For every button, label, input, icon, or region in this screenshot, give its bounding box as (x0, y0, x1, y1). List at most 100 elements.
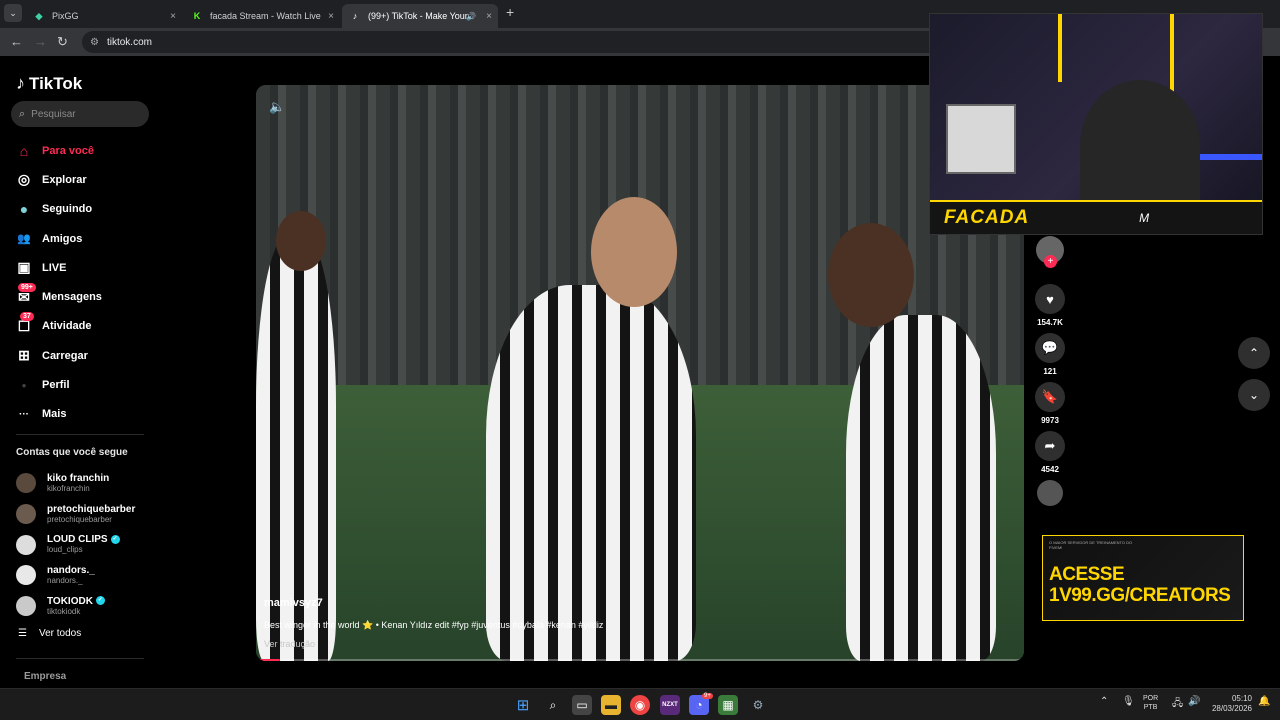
following-item[interactable]: LOUD CLIPS ✓ loud_clips (16, 529, 135, 560)
task-view-icon[interactable]: ▭ (572, 695, 592, 715)
tab-kick[interactable]: K facada Stream - Watch Live on K × (184, 4, 340, 28)
video-progress-bar[interactable] (256, 659, 1024, 661)
company-link[interactable]: Empresa (24, 671, 66, 682)
heart-icon[interactable]: ♥ (1035, 284, 1065, 314)
file-explorer-icon[interactable]: ▬ (601, 695, 621, 715)
search-placeholder: Pesquisar (31, 108, 76, 120)
friends-icon: 👥 (17, 233, 31, 246)
chrome-icon[interactable]: ◉ (630, 695, 650, 715)
ad-banner: O MAIOR SERVIDOR DE TREINAMENTO DO FIVEM… (1042, 535, 1244, 621)
progress-fill (256, 659, 280, 661)
share-action[interactable]: ➦ 4542 (1034, 431, 1066, 474)
sidebar-item-live[interactable]: ▣ LIVE (14, 253, 102, 282)
like-count: 154.7K (1037, 318, 1063, 327)
tab-search-chevron-icon[interactable]: ⌄ (4, 4, 22, 22)
creator-avatar[interactable]: + (1036, 236, 1064, 268)
system-clock[interactable]: 05:10 28/03/2026 (1206, 694, 1252, 714)
windows-start-icon[interactable]: ⊞ (513, 695, 533, 715)
following-list: kiko franchin kikofranchin pretochiquebar… (16, 468, 135, 621)
following-handle: loud_clips (47, 545, 83, 555)
microphone-icon[interactable]: 🎙 (1122, 696, 1135, 707)
sidebar-item-mensagens[interactable]: ✉ 99+ Mensagens (14, 282, 102, 311)
tab-close-icon[interactable]: × (170, 11, 176, 22)
kick-favicon-icon: K (193, 11, 201, 21)
sidebar-item-explorar[interactable]: ◎ Explorar (14, 165, 102, 194)
webcam-overlay: FACADA M (929, 13, 1263, 235)
audio-playing-icon[interactable]: 🔊 (466, 12, 476, 21)
bookmark-icon[interactable]: 🔖 (1035, 382, 1065, 412)
home-icon: ⌂ (19, 142, 29, 159)
following-item[interactable]: kiko franchin kikofranchin (16, 468, 135, 499)
following-section-title: Contas que você segue (16, 447, 128, 458)
music-disc-icon[interactable] (1037, 480, 1063, 506)
sidebar-item-atividade[interactable]: ☐ 37 Atividade (14, 312, 102, 341)
tab-title: facada Stream - Watch Live on K (210, 11, 322, 21)
avatar (16, 473, 36, 494)
language-indicator[interactable]: POR PTB (1143, 694, 1158, 712)
forward-arrow-icon[interactable]: → (34, 34, 47, 49)
following-item[interactable]: nandors._ nandors._ (16, 560, 135, 591)
app-icon[interactable]: ▦ (718, 695, 738, 715)
sidebar-item-label: Atividade (42, 320, 92, 333)
share-icon[interactable]: ➦ (1035, 431, 1065, 461)
sidebar-item-label: Explorar (42, 173, 87, 186)
site-info-icon[interactable]: ⚙ (90, 37, 99, 48)
nzxt-icon[interactable]: NZXT (660, 695, 680, 715)
sidebar-item-seguindo[interactable]: ● Seguindo (14, 195, 102, 224)
see-all-button[interactable]: ☰ Ver todos (18, 628, 81, 639)
avatar (16, 596, 36, 617)
tab-close-icon[interactable]: × (328, 11, 334, 22)
comment-icon[interactable]: 💬 (1035, 333, 1065, 363)
share-count: 4542 (1041, 465, 1059, 474)
windows-taskbar: ⊞ ⌕ ▭ ▬ ◉ NZXT ◔ 9+ ▦ ⚙ ⌃ 🎙 POR PTB 🖧 🔊 … (0, 688, 1280, 720)
search-input[interactable]: ⌕ Pesquisar (11, 101, 149, 127)
sidebar-item-amigos[interactable]: 👥 Amigos (14, 224, 102, 253)
tiktok-logo[interactable]: ♪ TikTok (16, 73, 82, 94)
activity-badge: 37 (20, 312, 34, 322)
language-bottom: PTB (1143, 704, 1158, 711)
search-icon[interactable]: ⌕ (543, 695, 563, 715)
sidebar-divider (16, 658, 144, 659)
video-player-figure (846, 315, 996, 661)
next-video-button[interactable]: ⌄ (1238, 379, 1270, 411)
reload-icon[interactable]: ↻ (57, 34, 68, 50)
settings-icon[interactable]: ⚙ (748, 695, 768, 715)
sidebar-nav: ⌂ Para você ◎ Explorar ● Seguindo 👥 Amig… (14, 136, 102, 429)
avatar (16, 534, 36, 555)
previous-video-button[interactable]: ⌃ (1238, 337, 1270, 369)
like-action[interactable]: ♥ 154.7K (1034, 284, 1066, 327)
sidebar-item-label: Perfil (42, 379, 70, 392)
sidebar-item-carregar[interactable]: ⊞ Carregar (14, 341, 102, 370)
follow-plus-icon[interactable]: + (1044, 255, 1057, 268)
volume-icon[interactable]: 🔊 (1188, 696, 1200, 707)
discord-badge: 9+ (702, 693, 713, 699)
new-tab-button[interactable]: + (506, 4, 514, 20)
sidebar-item-para-voce[interactable]: ⌂ Para você (14, 136, 102, 165)
tray-chevron-icon[interactable]: ⌃ (1100, 696, 1108, 707)
sidebar-item-mais[interactable]: ··· Mais (14, 400, 102, 429)
tab-close-icon[interactable]: × (486, 11, 492, 22)
clock-date: 28/03/2026 (1211, 704, 1252, 713)
following-name: pretochiquebarber (47, 503, 136, 515)
verified-badge-icon: ✓ (110, 535, 120, 545)
sidebar-item-perfil[interactable]: ● Perfil (14, 370, 102, 399)
network-icon[interactable]: 🖧 (1172, 696, 1183, 713)
address-bar[interactable]: ⚙ tiktok.com (82, 31, 942, 53)
list-icon: ☰ (18, 628, 27, 639)
back-arrow-icon[interactable]: ← (10, 34, 23, 49)
save-action[interactable]: 🔖 9973 (1034, 382, 1066, 425)
url-text: tiktok.com (106, 36, 152, 48)
following-item[interactable]: TOKIODK ✓ tiktokiodk (16, 591, 135, 622)
video-player[interactable]: 🔈 mamivsyz7 Best winger in the world ⭐ •… (256, 85, 1024, 661)
video-username[interactable]: mamivsyz7 (264, 597, 323, 609)
notification-bell-icon[interactable]: 🔔 (1258, 696, 1270, 707)
tab-tiktok[interactable]: ♪ (99+) TikTok - Make Your Da 🔊 × (342, 4, 498, 28)
tab-pixgg[interactable]: ◆ PixGG × (26, 4, 182, 28)
pixgg-favicon-icon: ◆ (35, 10, 43, 21)
translate-link[interactable]: Ver tradução (264, 639, 315, 649)
sidebar-item-label: Amigos (42, 232, 83, 245)
ad-line-1: ACESSE (1049, 564, 1125, 585)
following-item[interactable]: pretochiquebarber pretochiquebarber (16, 499, 135, 530)
volume-icon[interactable]: 🔈 (269, 99, 285, 115)
comment-action[interactable]: 💬 121 (1034, 333, 1066, 376)
